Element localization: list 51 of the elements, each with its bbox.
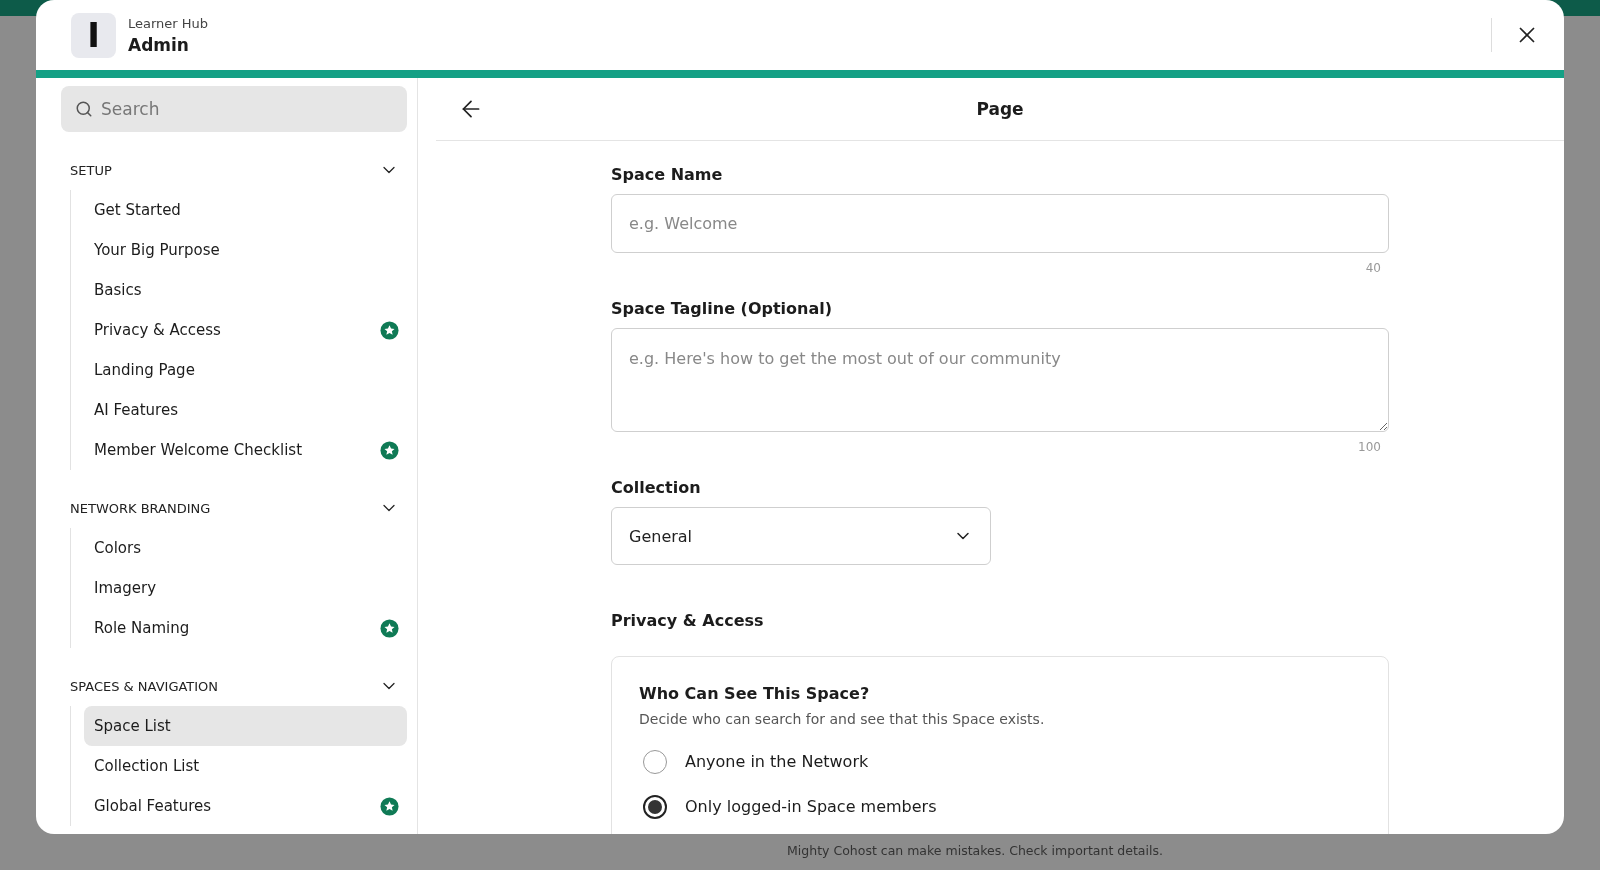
sidebar-item[interactable]: Collection List: [84, 746, 407, 786]
sidebar-item[interactable]: AI Features: [84, 390, 407, 430]
item-label: Your Big Purpose: [94, 241, 220, 259]
item-label: Get Started: [94, 201, 181, 219]
field-label: Space Name: [611, 165, 724, 184]
search-field[interactable]: Search: [101, 86, 393, 132]
option-label: Anyone in the Network: [685, 752, 869, 771]
item-label: Colors: [94, 539, 141, 557]
sidebar-item[interactable]: Basics: [84, 270, 407, 310]
logo-tile: I: [71, 12, 116, 58]
sidebar-item[interactable]: Member Welcome Checklist: [84, 430, 407, 470]
collection-dropdown[interactable]: General: [611, 507, 991, 565]
search-icon: [75, 100, 93, 118]
field-label: Space Tagline (Optional): [611, 299, 834, 318]
space-name-field[interactable]: e.g. Welcome: [611, 194, 1389, 253]
sidebar-item[interactable]: Role Naming: [84, 608, 407, 648]
disclaimer-text: Mighty Cohost can make mistakes. Check important details.: [786, 843, 1164, 858]
sidebar-item[interactable]: Landing Page: [84, 350, 407, 390]
search-bar[interactable]: Search: [61, 86, 407, 132]
item-label: AI Features: [94, 401, 178, 419]
sidebar-item[interactable]: Your Big Purpose: [84, 230, 407, 270]
sidebar-item[interactable]: Colors: [84, 528, 407, 568]
sidebar-item[interactable]: Global Features: [84, 786, 407, 826]
tagline-field[interactable]: e.g. Here's how to get the most out of our community: [611, 328, 1389, 432]
item-label: Space List: [94, 717, 171, 735]
section-heading: Privacy & Access: [611, 611, 765, 630]
sidebar-item[interactable]: Privacy & Access: [84, 310, 407, 350]
item-label: Imagery: [94, 579, 157, 597]
option-label: Only logged-in Space members: [685, 797, 937, 816]
hub-name: Learner Hub: [128, 15, 209, 31]
character-limit: 100: [1358, 440, 1381, 454]
character-limit: 40: [1365, 261, 1381, 275]
dialog-title: Admin: [128, 34, 190, 55]
item-label: Member Welcome Checklist: [94, 441, 303, 459]
field-label: Collection: [611, 478, 702, 497]
item-label: Privacy & Access: [94, 321, 221, 339]
item-label: Collection List: [94, 757, 200, 775]
section-header[interactable]: SPACES & NAVIGATION: [61, 666, 407, 706]
card-title: Who Can See This Space?: [639, 684, 871, 703]
page-title: Page: [976, 99, 1024, 119]
item-label: Role Naming: [94, 619, 190, 637]
section-header[interactable]: SETUP: [61, 150, 407, 190]
card-description: Decide who can search for and see that this Space exists.: [639, 711, 1046, 727]
sidebar-item[interactable]: Get Started: [84, 190, 407, 230]
sidebar-item[interactable]: Space List: [84, 706, 407, 746]
section-header[interactable]: NETWORK BRANDING: [61, 488, 407, 528]
item-label: Basics: [94, 281, 142, 299]
item-label: Global Features: [94, 797, 212, 815]
sidebar-item[interactable]: Imagery: [84, 568, 407, 608]
radio-button[interactable]: [643, 794, 667, 819]
item-label: Landing Page: [94, 361, 195, 379]
